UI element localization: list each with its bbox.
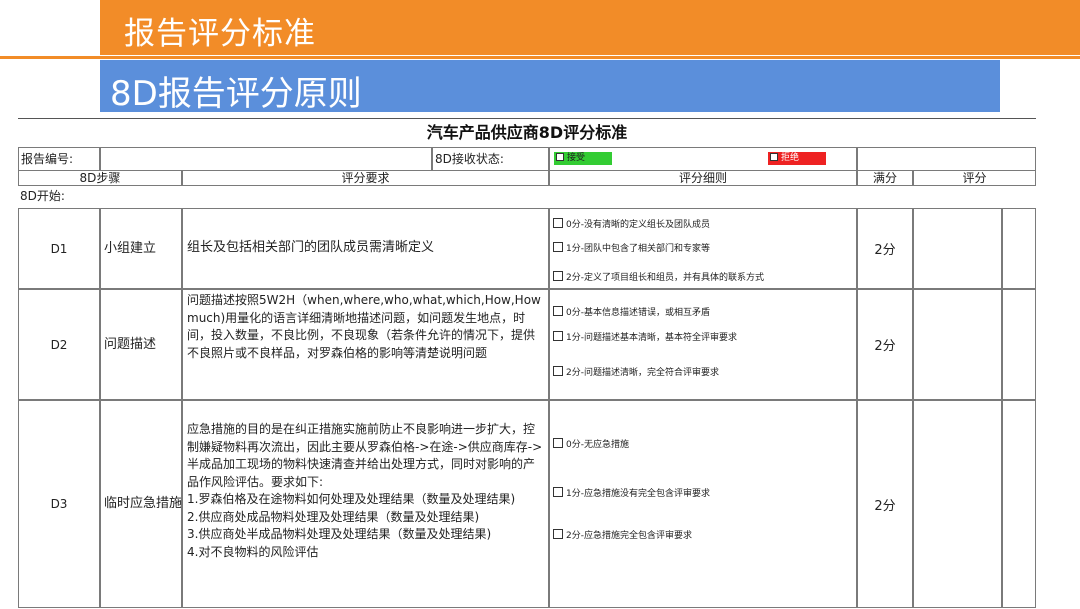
row-d3-criteria: 0分-无应急措施 1分-应急措施没有完全包含评审要求 2分-应急措施完全包含评审… — [549, 400, 857, 608]
row-d3-full-score: 2分 — [857, 400, 913, 608]
criteria-text: 1分-应急措施没有完全包含评审要求 — [566, 489, 710, 499]
col-header-full-score: 满分 — [857, 170, 913, 186]
scoring-sheet: 汽车产品供应商8D评分标准 报告编号: 8D接收状态: 接受 拒绝 8D步骤 评… — [18, 118, 1036, 609]
status-label: 8D接收状态: — [432, 147, 549, 171]
row-d1-extra — [1002, 208, 1036, 289]
criteria-text: 0分-基本信息描述错误，或相互矛盾 — [566, 308, 710, 318]
checkbox-icon[interactable] — [553, 242, 563, 252]
subtitle: 8D报告评分原则 — [110, 74, 362, 114]
row-d1-requirement: 组长及包括相关部门的团队成员需清晰定义 — [182, 208, 549, 289]
col-header-step: 8D步骤 — [18, 170, 182, 186]
report-no-field[interactable] — [100, 147, 432, 171]
col-header-score: 评分 — [913, 170, 1036, 186]
criteria-text: 2分-问题描述清晰，完全符合评审要求 — [566, 368, 719, 378]
accept-checkbox-icon[interactable] — [556, 153, 564, 161]
criteria-item[interactable]: 1分-团队中包含了相关部门和专家等 — [553, 241, 710, 254]
criteria-item[interactable]: 0分-基本信息描述错误，或相互矛盾 — [553, 305, 710, 318]
row-d1-name: 小组建立 — [100, 208, 182, 289]
checkbox-icon[interactable] — [553, 438, 563, 448]
criteria-text: 2分-定义了项目组长和组员，并有具体的联系方式 — [566, 273, 764, 283]
subtitle-banner: 8D报告评分原则 — [100, 60, 1000, 114]
row-d2-code: D2 — [18, 289, 100, 400]
checkbox-icon[interactable] — [553, 529, 563, 539]
row-d3-name: 临时应急措施 — [100, 400, 182, 608]
accept-option[interactable]: 接受 — [554, 152, 612, 165]
checkbox-icon[interactable] — [553, 306, 563, 316]
row-d1-score-input[interactable] — [913, 208, 1002, 289]
reject-label: 拒绝 — [781, 153, 800, 163]
criteria-item[interactable]: 1分-问题描述基本清晰，基本符全评审要求 — [553, 330, 737, 343]
requirement-line: 2.供应商处成品物料处理及处理结果（数量及处理结果) — [187, 509, 480, 524]
row-d3-extra — [1002, 400, 1036, 608]
row-d2-extra — [1002, 289, 1036, 400]
reject-option[interactable]: 拒绝 — [768, 152, 826, 165]
criteria-text: 0分-没有清晰的定义组长及团队成员 — [566, 220, 710, 230]
row-d3-code: D3 — [18, 400, 100, 608]
criteria-item[interactable]: 0分-没有清晰的定义组长及团队成员 — [553, 217, 710, 230]
row-d2-name: 问题描述 — [100, 289, 182, 400]
checkbox-icon[interactable] — [553, 331, 563, 341]
status-extra-cell — [857, 147, 1036, 171]
checkbox-icon[interactable] — [553, 487, 563, 497]
row-d1-criteria: 0分-没有清晰的定义组长及团队成员 1分-团队中包含了相关部门和专家等 2分-定… — [549, 208, 857, 289]
row-d2-requirement: 问题描述按照5W2H（when,where,who,what,which,How… — [182, 289, 549, 400]
criteria-text: 1分-问题描述基本清晰，基本符全评审要求 — [566, 333, 737, 343]
requirement-line: 应急措施的目的是在纠正措施实施前防止不良影响进一步扩大，控制嫌疑物料再次流出，因… — [187, 422, 543, 489]
status-options: 接受 拒绝 — [549, 147, 857, 171]
requirement-line: 3.供应商处半成品物料处理及处理结果（数量及处理结果) — [187, 527, 492, 541]
accept-label: 接受 — [567, 153, 586, 163]
criteria-text: 2分-应急措施完全包含评审要求 — [566, 531, 692, 541]
criteria-text: 0分-无应急措施 — [566, 440, 629, 450]
sheet-title: 汽车产品供应商8D评分标准 — [426, 123, 628, 142]
col-header-requirement: 评分要求 — [182, 170, 549, 186]
criteria-text: 1分-团队中包含了相关部门和专家等 — [566, 244, 710, 254]
col-header-criteria: 评分细则 — [549, 170, 857, 186]
row-d3-score-input[interactable] — [913, 400, 1002, 608]
criteria-item[interactable]: 2分-定义了项目组长和组员，并有具体的联系方式 — [553, 270, 764, 283]
checkbox-icon[interactable] — [553, 271, 563, 281]
row-d1-code: D1 — [18, 208, 100, 289]
orange-divider — [0, 56, 1080, 59]
reject-checkbox-icon[interactable] — [770, 153, 778, 161]
row-d2-full-score: 2分 — [857, 289, 913, 400]
requirement-line: 4.对不良物料的风险评估 — [187, 544, 319, 559]
section-title-banner: 报告评分标准 — [100, 0, 1080, 55]
row-d1-full-score: 2分 — [857, 208, 913, 289]
section-title: 报告评分标准 — [124, 16, 316, 52]
criteria-item[interactable]: 1分-应急措施没有完全包含评审要求 — [553, 486, 710, 499]
row-d3-requirement: 应急措施的目的是在纠正措施实施前防止不良影响进一步扩大，控制嫌疑物料再次流出，因… — [182, 400, 549, 608]
report-no-label: 报告编号: — [18, 147, 100, 171]
criteria-item[interactable]: 2分-应急措施完全包含评审要求 — [553, 528, 692, 541]
start-label: 8D开始: — [20, 189, 65, 203]
criteria-item[interactable]: 2分-问题描述清晰，完全符合评审要求 — [553, 365, 719, 378]
requirement-line: 1.罗森伯格及在途物料如何处理及处理结果（数量及处理结果) — [187, 492, 516, 506]
criteria-item[interactable]: 0分-无应急措施 — [553, 437, 629, 450]
checkbox-icon[interactable] — [553, 366, 563, 376]
row-d2-criteria: 0分-基本信息描述错误，或相互矛盾 1分-问题描述基本清晰，基本符全评审要求 2… — [549, 289, 857, 400]
row-d2-score-input[interactable] — [913, 289, 1002, 400]
checkbox-icon[interactable] — [553, 218, 563, 228]
